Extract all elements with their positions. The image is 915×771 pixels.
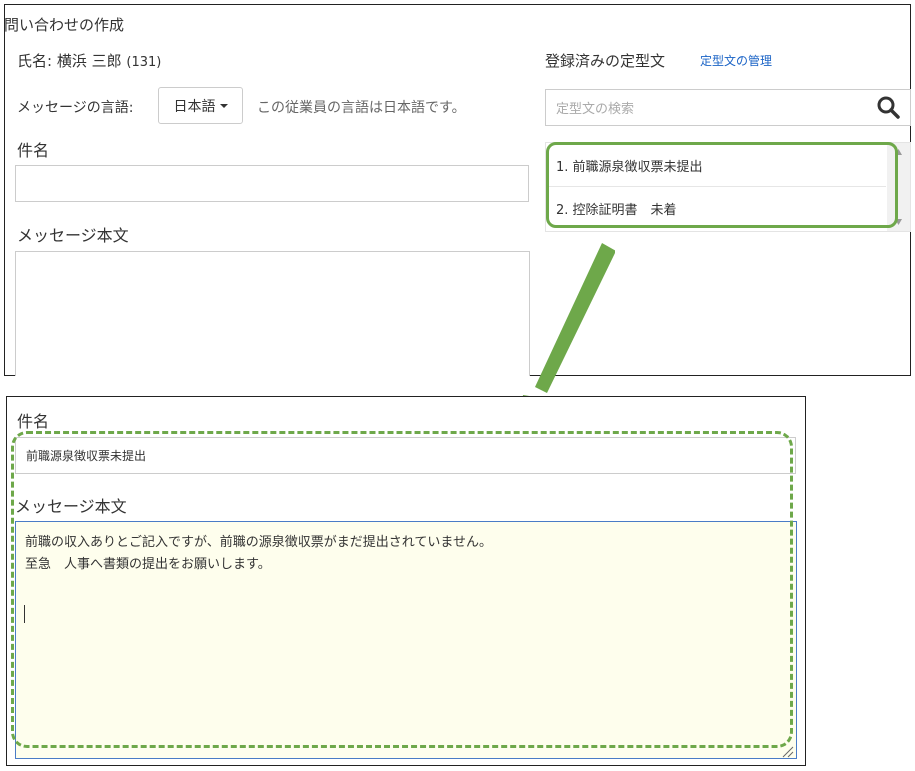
subject-label-filled: 件名	[17, 412, 50, 431]
manage-templates-link[interactable]: 定型文の管理	[700, 52, 772, 69]
message-body-label: メッセージ本文	[17, 226, 129, 245]
subject-label: 件名	[17, 141, 50, 160]
template-search-placeholder: 定型文の検索	[556, 102, 635, 117]
language-dropdown-button[interactable]: 日本語	[158, 87, 243, 124]
language-label: メッセージの言語:	[17, 100, 134, 116]
language-note: この従業員の言語は日本語です。	[257, 100, 466, 116]
template-highlight-box	[546, 142, 898, 228]
filled-fields-highlight-box	[11, 431, 793, 748]
panel-title: 問い合わせの作成	[4, 16, 125, 34]
employee-name: 氏名: 横浜 三郎 (131)	[17, 52, 162, 70]
language-value: 日本語	[173, 98, 216, 115]
subject-input[interactable]	[15, 165, 529, 202]
message-body-textarea[interactable]	[15, 251, 530, 376]
search-icon[interactable]	[876, 95, 900, 119]
caret-down-icon	[219, 103, 228, 108]
templates-label: 登録済みの定型文	[545, 52, 666, 70]
